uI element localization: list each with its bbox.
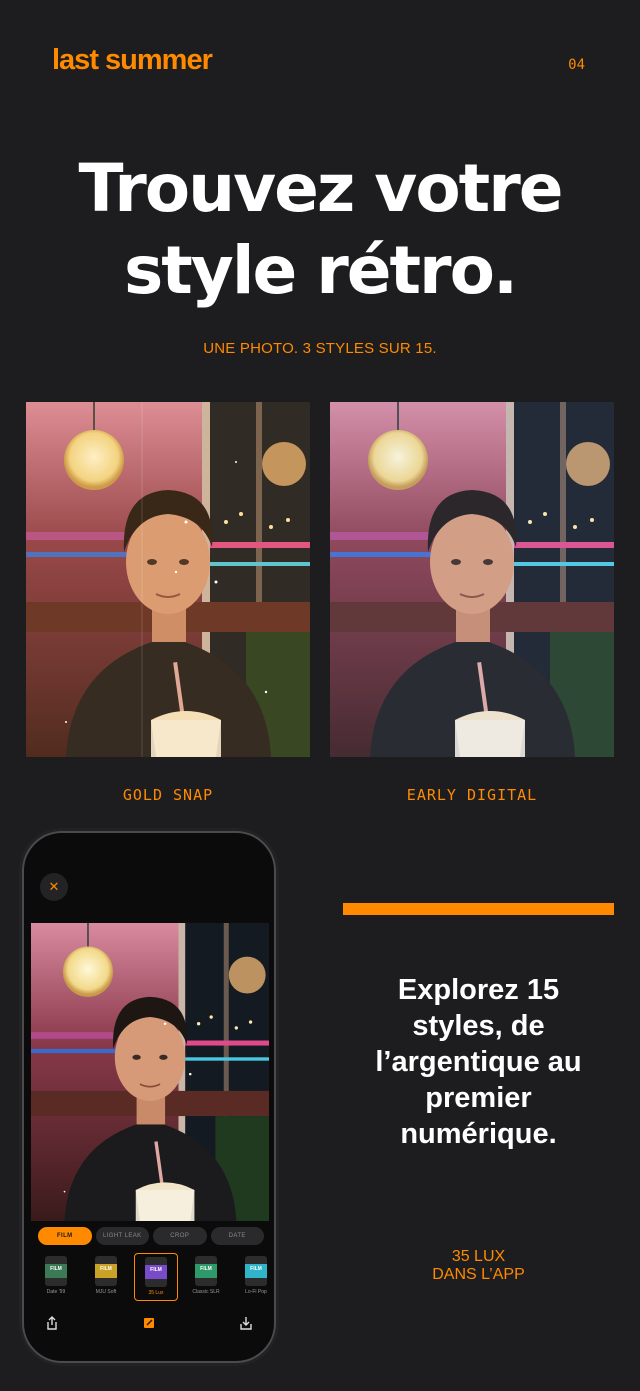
- download-icon[interactable]: [238, 1315, 254, 1331]
- lux-caption: 35 LUX DANS L’APP: [343, 1248, 614, 1284]
- page-number: 04: [568, 57, 585, 73]
- photo-gold-snap: [26, 402, 310, 757]
- film-item[interactable]: FILM MJU Soft: [84, 1253, 128, 1301]
- share-icon[interactable]: [44, 1315, 60, 1331]
- explore-line: styles, de: [412, 1010, 545, 1042]
- explore-line: premier: [425, 1082, 532, 1114]
- explore-text: Explorez 15 styles, de l’argentique au p…: [343, 972, 614, 1152]
- filter-tabs: FILM LIGHT LEAK CROP DATE: [38, 1227, 264, 1245]
- close-icon[interactable]: ✕: [40, 873, 68, 901]
- tab-film[interactable]: FILM: [38, 1227, 92, 1245]
- explore-line: numérique.: [400, 1118, 557, 1150]
- tab-date[interactable]: DATE: [210, 1227, 264, 1245]
- headline-line-2: style rétro.: [123, 232, 518, 309]
- film-name: Lo-Fi Pop: [245, 1289, 267, 1295]
- photo-early-digital: [330, 402, 614, 757]
- tab-light-leak[interactable]: LIGHT LEAK: [95, 1227, 149, 1245]
- film-item[interactable]: FILM Classic SLR: [184, 1253, 228, 1301]
- app-preview-photo: [31, 923, 269, 1221]
- subline: UNE PHOTO. 3 STYLES SUR 15.: [203, 340, 437, 357]
- film-canister-icon: FILM: [145, 1257, 167, 1287]
- tab-crop[interactable]: CROP: [153, 1227, 207, 1245]
- film-name: Classic SLR: [192, 1289, 220, 1295]
- headline: Trouvez votre style rétro.: [0, 148, 640, 312]
- film-canister-icon: FILM: [95, 1256, 117, 1286]
- film-canister-icon: FILM: [45, 1256, 67, 1286]
- film-item[interactable]: FILM Lo-Fi Pop: [234, 1253, 270, 1301]
- edit-icon[interactable]: [141, 1315, 157, 1331]
- film-name: Date '99: [46, 1289, 66, 1295]
- film-name: MJU Soft: [95, 1289, 117, 1295]
- headline-line-1: Trouvez votre: [78, 150, 563, 227]
- phone-mockup: ✕ FILM LIGHT LEAK CROP DATE FILM Date '9…: [22, 831, 276, 1363]
- lux-line-1: 35 LUX: [451, 1248, 506, 1265]
- film-item[interactable]: FILM Date '99: [34, 1253, 78, 1301]
- label-early-digital: EARLY DIGITAL: [406, 786, 538, 804]
- film-picker: FILM Date '99 FILM MJU Soft FILM 35 Lux …: [34, 1253, 270, 1301]
- film-item-selected[interactable]: FILM 35 Lux: [134, 1253, 178, 1301]
- bottom-toolbar: [44, 1313, 254, 1333]
- film-name: 35 Lux: [148, 1290, 164, 1296]
- lux-line-2: DANS L’APP: [432, 1266, 525, 1283]
- accent-bar: [343, 903, 614, 915]
- label-gold-snap: GOLD SNAP: [122, 786, 214, 804]
- brand-title: last summer: [52, 44, 213, 76]
- film-canister-icon: FILM: [245, 1256, 267, 1286]
- explore-line: Explorez 15: [397, 974, 560, 1006]
- explore-line: l’argentique au: [375, 1046, 582, 1078]
- film-canister-icon: FILM: [195, 1256, 217, 1286]
